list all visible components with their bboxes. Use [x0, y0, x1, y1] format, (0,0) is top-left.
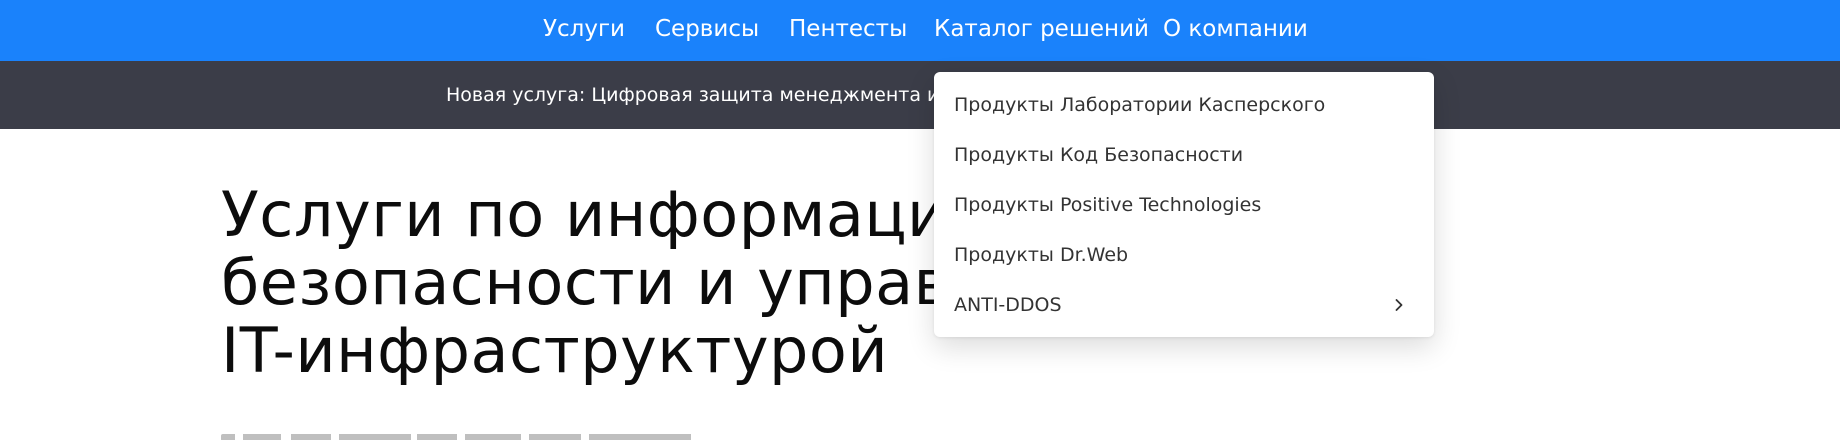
- menu-item-drweb-products[interactable]: Продукты Dr.Web: [954, 237, 1414, 273]
- nav-item-pentests[interactable]: Пентесты: [789, 14, 907, 44]
- nav-item-about-company[interactable]: О компании: [1163, 14, 1308, 44]
- top-navigation: Услуги Сервисы Пентесты Каталог решений …: [0, 0, 1840, 61]
- hero-subtitle-text-fragment: [221, 434, 741, 440]
- chevron-right-icon: [1392, 298, 1406, 312]
- menu-item-kaspersky-products[interactable]: Продукты Лаборатории Касперского: [954, 87, 1414, 123]
- nav-item-tools[interactable]: Сервисы: [655, 14, 759, 44]
- nav-item-solutions-catalog[interactable]: Каталог решений: [934, 14, 1149, 44]
- hero-subtitle-cropped: [221, 428, 741, 440]
- announcement-bar: Новая услуга: Цифровая защита менеджмент…: [0, 61, 1840, 129]
- menu-item-anti-ddos-label: ANTI-DDOS: [954, 294, 1062, 316]
- menu-item-anti-ddos[interactable]: ANTI-DDOS: [954, 287, 1414, 323]
- nav-item-services[interactable]: Услуги: [543, 14, 625, 44]
- menu-item-security-code-products[interactable]: Продукты Код Безопасности: [954, 137, 1414, 173]
- menu-item-positive-technologies-products[interactable]: Продукты Positive Technologies: [954, 187, 1414, 223]
- solutions-catalog-dropdown: Продукты Лаборатории Касперского Продукт…: [934, 72, 1434, 337]
